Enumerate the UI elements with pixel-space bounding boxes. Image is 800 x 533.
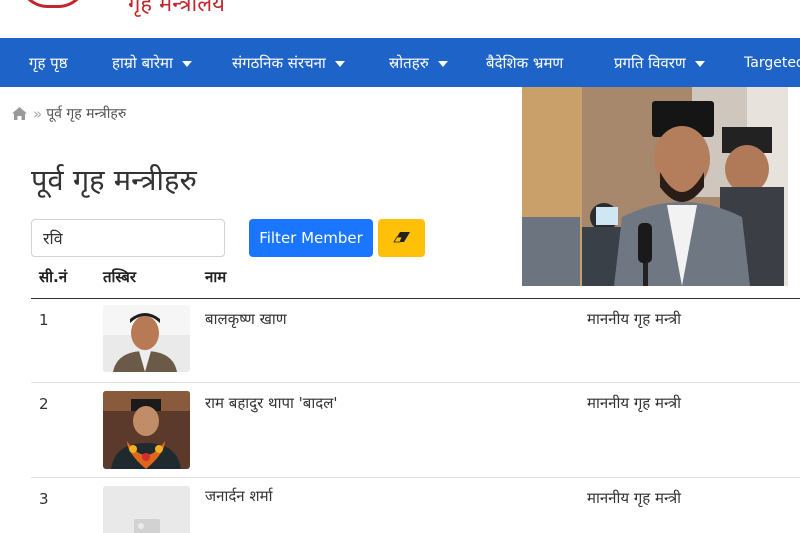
column-header-photo: तस्बिर [103,268,136,286]
main-nav: गृह पृष्ठ हाम्रो बारेमा संगठनिक संरचना स… [0,38,800,87]
member-name[interactable]: बालकृष्ण खाण [205,309,287,329]
breadcrumb-separator: » [33,104,43,123]
nav-item-progress[interactable]: प्रगति विवरण [614,38,705,87]
minister-photo [522,87,788,286]
search-input[interactable] [31,219,225,257]
nav-item-about[interactable]: हाम्रो बारेमा [112,38,192,87]
nav-item-resources[interactable]: स्रोतहरु [389,38,448,87]
member-photo[interactable] [103,305,190,372]
nav-item-label: संगठनिक संरचना [232,53,326,72]
member-position: माननीय गृह मन्त्री [587,310,682,328]
nav-item-label: Targeted [744,54,800,71]
nav-item-home[interactable]: गृह पृष्ठ [29,38,68,87]
site-title[interactable]: गृह मन्त्रालय [128,0,225,18]
row-serial: 1 [39,311,49,329]
member-name[interactable]: राम बहादुर थापा 'बादल' [205,393,338,413]
home-icon[interactable] [12,107,27,120]
column-header-sn: सी.नं [39,268,68,286]
eraser-icon [392,231,411,246]
site-header: गृह मन्त्रालय [0,0,800,38]
breadcrumb-current: पूर्व गृह मन्त्रीहरु [46,106,127,122]
row-serial: 2 [39,395,49,413]
member-position: माननीय गृह मन्त्री [587,394,682,412]
nav-item-label: गृह पृष्ठ [29,53,68,72]
nav-item-targeted[interactable]: Targeted [744,38,800,87]
nav-item-label: प्रगति विवरण [614,53,686,72]
nav-item-label: स्रोतहरु [389,53,429,72]
member-photo[interactable] [103,391,190,469]
clear-filter-button[interactable] [378,219,425,257]
page-title: पूर्व गृह मन्त्रीहरु [31,163,197,197]
member-name[interactable]: जनार्दन शर्मा [205,486,272,506]
table-row: 2 राम बहादुर थापा 'बादल' माननीय गृह मन्त… [31,383,800,478]
column-header-name: नाम [205,268,227,286]
caret-down-icon [334,60,345,67]
table-row: 3 जनार्दन शर्मा माननीय गृह मन्त्री [31,478,800,533]
caret-down-icon [181,60,192,67]
breadcrumb: » पूर्व गृह मन्त्रीहरु [12,104,126,123]
nav-item-label: बैदेशिक भ्रमण [486,53,564,72]
member-photo-placeholder[interactable] [103,486,190,533]
nav-item-label: हाम्रो बारेमा [112,53,173,72]
row-serial: 3 [39,490,49,508]
table-header: सी.नं तस्बिर नाम [31,259,800,299]
caret-down-icon [437,60,448,67]
emblem-logo[interactable] [18,0,88,8]
member-position: माननीय गृह मन्त्री [587,489,682,507]
filter-member-button[interactable]: Filter Member [249,219,373,257]
caret-down-icon [694,60,705,67]
nav-item-foreign-visits[interactable]: बैदेशिक भ्रमण [486,38,563,87]
nav-item-structure[interactable]: संगठनिक संरचना [232,38,345,87]
table-row: 1 बालकृष्ण खाण माननीय गृह मन्त्री [31,299,800,383]
